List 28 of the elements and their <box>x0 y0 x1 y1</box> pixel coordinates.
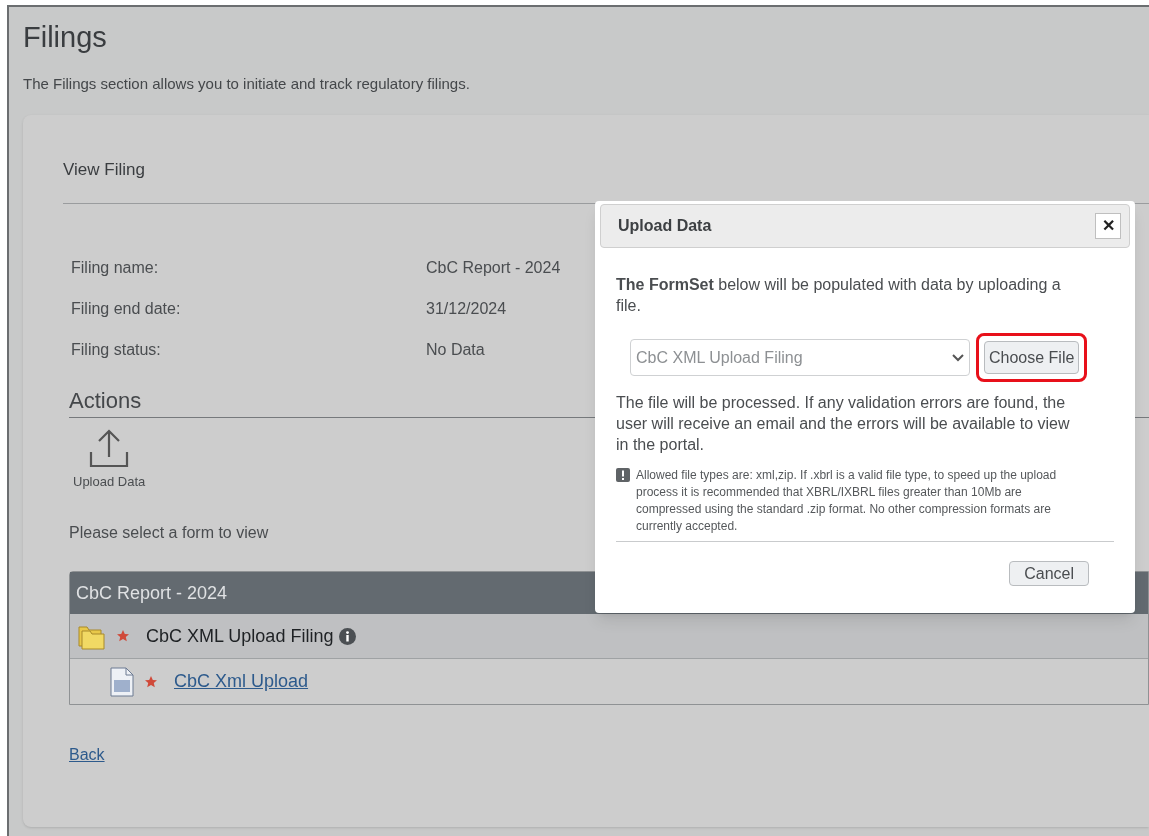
field-label: Filing end date: <box>71 298 182 319</box>
document-icon <box>110 666 134 697</box>
prompt-text: Please select a form to view <box>69 523 269 543</box>
back-link[interactable]: Back <box>69 743 105 767</box>
field-value: No Data <box>426 339 485 360</box>
file-type-note: Allowed file types are: xml,zip. If .xbrl is a valid file type, to speed up the upload process it is recommended that XBRL/IXBRL files greater than 10Mb are compressed using the standard .zip format. No other compression formats are currently accepted. <box>636 467 1058 535</box>
close-button[interactable]: ✕ <box>1095 213 1121 239</box>
form-select[interactable]: CbC XML Upload Filing <box>630 339 970 376</box>
info-icon[interactable] <box>339 627 357 645</box>
warning-icon <box>616 468 630 482</box>
field-value: CbC Report - 2024 <box>426 257 561 278</box>
field-label: Filing status: <box>71 339 162 360</box>
chevron-down-icon <box>952 353 964 362</box>
dialog-intro-text: The FormSet below will be populated with data by uploading a file. <box>616 275 1062 316</box>
field-label: Filing name: <box>71 257 160 278</box>
section-heading: Actions <box>69 386 142 415</box>
choose-file-button[interactable]: Choose File <box>984 341 1080 374</box>
form-group-label: CbC XML Upload Filing <box>146 624 334 648</box>
dialog-title: Upload Data <box>618 216 712 236</box>
page-title: Filings <box>23 20 107 55</box>
upload-icon <box>88 427 131 468</box>
page-description: The Filings section allows you to initiate and track regulatory filings. <box>23 74 470 94</box>
upload-data-action[interactable]: Upload Data <box>73 427 146 491</box>
processing-text: The file will be processed. If any validation errors are found, the user will receive an email and the errors will be available to view in the portal. <box>616 393 1071 455</box>
form-link[interactable]: CbC Xml Upload <box>174 668 309 695</box>
cancel-button[interactable]: Cancel <box>1009 561 1089 586</box>
card-title: View Filing <box>63 159 145 181</box>
field-value: 31/12/2024 <box>426 298 507 319</box>
